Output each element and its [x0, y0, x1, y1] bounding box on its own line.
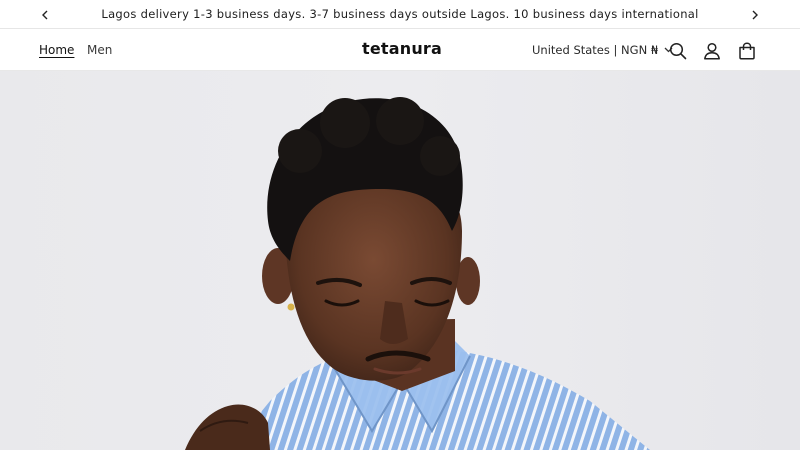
country-currency-selector[interactable]: United States | NGN ₦ — [532, 43, 673, 57]
announcement-next-button[interactable] — [747, 7, 763, 23]
nav-men-link[interactable]: Men — [87, 43, 112, 57]
hero-banner — [0, 71, 800, 450]
nav-home-link[interactable]: Home — [39, 43, 74, 57]
chevron-right-icon — [752, 10, 758, 20]
chevron-left-icon — [42, 10, 48, 20]
account-button[interactable] — [701, 40, 723, 62]
account-icon — [704, 42, 720, 60]
search-button[interactable] — [667, 40, 689, 62]
announcement-text: Lagos delivery 1-3 business days. 3-7 bu… — [101, 7, 699, 21]
country-currency-label: United States | NGN ₦ — [532, 43, 659, 57]
site-logo[interactable]: tetanura — [362, 39, 442, 58]
hero-model-image — [185, 97, 650, 450]
announcement-prev-button[interactable] — [37, 7, 53, 23]
site-header: Home Men tetanura United States | NGN ₦ — [0, 30, 800, 71]
cart-icon — [739, 42, 755, 60]
cart-button[interactable] — [736, 40, 758, 62]
announcement-bar: Lagos delivery 1-3 business days. 3-7 bu… — [0, 0, 800, 29]
search-icon — [669, 42, 687, 60]
